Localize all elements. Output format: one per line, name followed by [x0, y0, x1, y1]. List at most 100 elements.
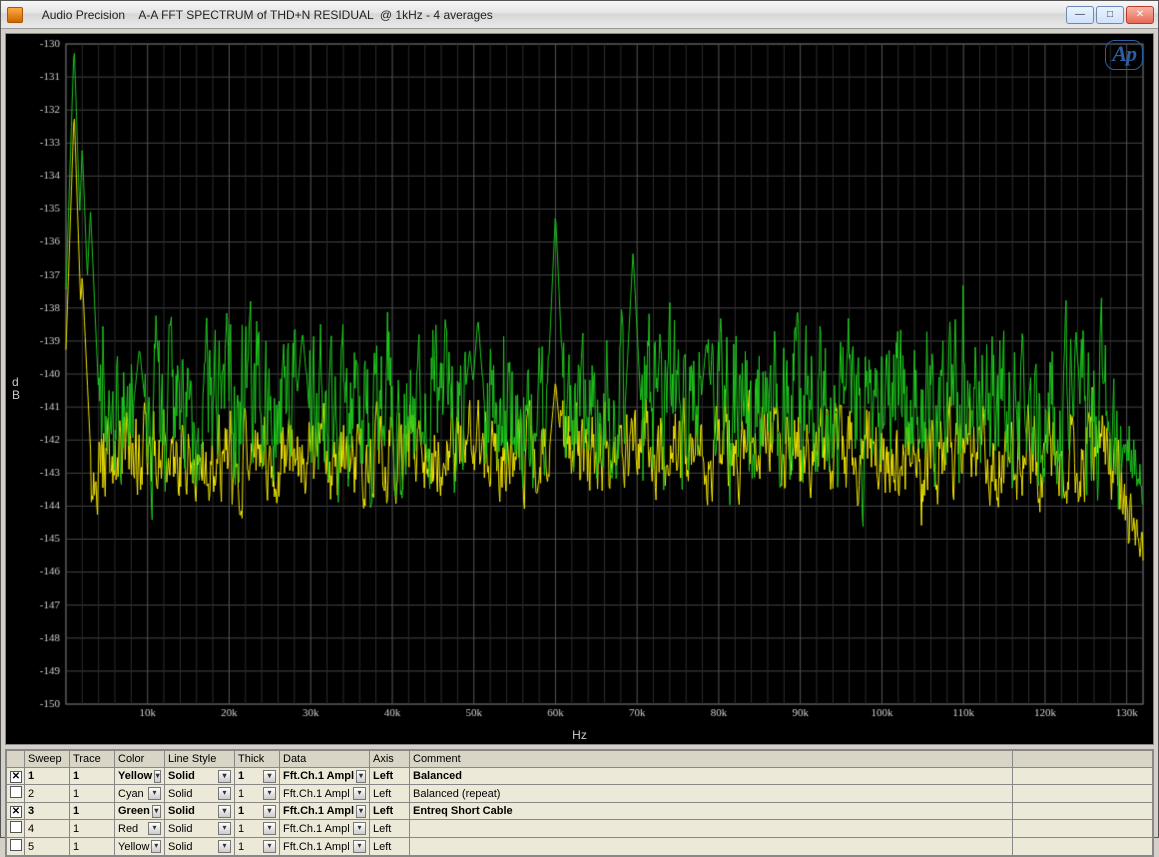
color-cell[interactable]: Yellow▾: [115, 768, 165, 785]
data-cell[interactable]: Fft.Ch.1 Ampl▾: [280, 803, 370, 820]
linestyle-cell[interactable]: Solid▾: [165, 803, 235, 820]
extra-cell: [1013, 838, 1153, 856]
dropdown-icon[interactable]: ▾: [218, 840, 231, 853]
dropdown-icon[interactable]: ▾: [154, 770, 161, 783]
dropdown-icon[interactable]: ▾: [356, 805, 366, 818]
thick-cell[interactable]: 1▾: [235, 785, 280, 803]
dropdown-icon[interactable]: ▾: [353, 822, 366, 835]
row-toggle[interactable]: [7, 838, 25, 856]
axis-cell: Left: [370, 838, 410, 856]
minimize-button[interactable]: —: [1066, 6, 1094, 24]
dropdown-icon[interactable]: ▾: [218, 770, 231, 783]
dropdown-icon[interactable]: ▾: [152, 805, 161, 818]
trace-cell: 1: [70, 803, 115, 820]
maximize-button[interactable]: □: [1096, 6, 1124, 24]
trace-cell: 1: [70, 820, 115, 838]
legend-row[interactable]: 41Red▾Solid▾1▾Fft.Ch.1 Ampl▾Left: [7, 820, 1153, 838]
data-cell[interactable]: Fft.Ch.1 Ampl▾: [280, 785, 370, 803]
row-toggle-checkbox[interactable]: [10, 821, 22, 833]
row-toggle[interactable]: ✕: [7, 768, 25, 785]
extra-cell: [1013, 768, 1153, 785]
legend-header-trace[interactable]: Trace: [70, 751, 115, 768]
dropdown-icon[interactable]: ▾: [218, 787, 231, 800]
color-cell[interactable]: Green▾: [115, 803, 165, 820]
trace-cell: 1: [70, 838, 115, 856]
linestyle-cell[interactable]: Solid▾: [165, 838, 235, 856]
legend-header-comment[interactable]: Comment: [410, 751, 1013, 768]
legend-row[interactable]: ✕31Green▾Solid▾1▾Fft.Ch.1 Ampl▾LeftEntre…: [7, 803, 1153, 820]
legend-header-extra: [1013, 751, 1153, 768]
thick-cell[interactable]: 1▾: [235, 768, 280, 785]
ap-logo: Ap: [1105, 40, 1143, 70]
legend-header-thick[interactable]: Thick: [235, 751, 280, 768]
axis-cell: Left: [370, 768, 410, 785]
trace-cell: 1: [70, 785, 115, 803]
linestyle-cell[interactable]: Solid▾: [165, 785, 235, 803]
linestyle-cell[interactable]: Solid▾: [165, 768, 235, 785]
legend-row[interactable]: 21Cyan▾Solid▾1▾Fft.Ch.1 Ampl▾LeftBalance…: [7, 785, 1153, 803]
thick-cell[interactable]: 1▾: [235, 820, 280, 838]
axis-cell: Left: [370, 803, 410, 820]
dropdown-icon[interactable]: ▾: [218, 805, 231, 818]
dropdown-icon[interactable]: ▾: [218, 822, 231, 835]
row-toggle-checkbox[interactable]: ✕: [10, 771, 22, 783]
comment-cell[interactable]: [410, 838, 1013, 856]
data-cell[interactable]: Fft.Ch.1 Ampl▾: [280, 838, 370, 856]
legend-header-color[interactable]: Color: [115, 751, 165, 768]
close-button[interactable]: ✕: [1126, 6, 1154, 24]
dropdown-icon[interactable]: ▾: [263, 805, 276, 818]
legend-row[interactable]: ✕11Yellow▾Solid▾1▾Fft.Ch.1 Ampl▾LeftBala…: [7, 768, 1153, 785]
trace-cell: 1: [70, 768, 115, 785]
extra-cell: [1013, 820, 1153, 838]
legend-table: Sweep Trace Color Line Style Thick Data …: [6, 750, 1153, 856]
dropdown-icon[interactable]: ▾: [151, 840, 161, 853]
axis-cell: Left: [370, 820, 410, 838]
color-cell[interactable]: Red▾: [115, 820, 165, 838]
thick-cell[interactable]: 1▾: [235, 803, 280, 820]
data-cell[interactable]: Fft.Ch.1 Ampl▾: [280, 820, 370, 838]
fft-spectrum-plot[interactable]: [6, 34, 1153, 744]
linestyle-cell[interactable]: Solid▾: [165, 820, 235, 838]
dropdown-icon[interactable]: ▾: [353, 787, 366, 800]
row-toggle[interactable]: [7, 785, 25, 803]
thick-cell[interactable]: 1▾: [235, 838, 280, 856]
comment-cell[interactable]: Balanced: [410, 768, 1013, 785]
row-toggle[interactable]: [7, 820, 25, 838]
sweep-cell: 1: [25, 768, 70, 785]
dropdown-icon[interactable]: ▾: [263, 822, 276, 835]
legend-row[interactable]: 51Yellow▾Solid▾1▾Fft.Ch.1 Ampl▾Left: [7, 838, 1153, 856]
dropdown-icon[interactable]: ▾: [263, 787, 276, 800]
dropdown-icon[interactable]: ▾: [356, 770, 366, 783]
y-axis-label: dB: [12, 376, 20, 402]
legend-header-data[interactable]: Data: [280, 751, 370, 768]
sweep-cell: 5: [25, 838, 70, 856]
comment-cell[interactable]: Balanced (repeat): [410, 785, 1013, 803]
x-axis-label: Hz: [572, 728, 587, 742]
extra-cell: [1013, 785, 1153, 803]
dropdown-icon[interactable]: ▾: [353, 840, 366, 853]
sweep-cell: 4: [25, 820, 70, 838]
legend-header-sweep[interactable]: Sweep: [25, 751, 70, 768]
data-cell[interactable]: Fft.Ch.1 Ampl▾: [280, 768, 370, 785]
sweep-cell: 3: [25, 803, 70, 820]
chart-area[interactable]: Ap dB Hz: [5, 33, 1154, 745]
legend-header-toggle: [7, 751, 25, 768]
row-toggle-checkbox[interactable]: [10, 839, 22, 851]
row-toggle[interactable]: ✕: [7, 803, 25, 820]
row-toggle-checkbox[interactable]: [10, 786, 22, 798]
sweep-cell: 2: [25, 785, 70, 803]
dropdown-icon[interactable]: ▾: [263, 840, 276, 853]
axis-cell: Left: [370, 785, 410, 803]
color-cell[interactable]: Cyan▾: [115, 785, 165, 803]
legend-header-style[interactable]: Line Style: [165, 751, 235, 768]
title-bar: Audio Precision A-A FFT SPECTRUM of THD+…: [1, 1, 1158, 29]
color-cell[interactable]: Yellow▾: [115, 838, 165, 856]
legend-header-row: Sweep Trace Color Line Style Thick Data …: [7, 751, 1153, 768]
dropdown-icon[interactable]: ▾: [263, 770, 276, 783]
row-toggle-checkbox[interactable]: ✕: [10, 806, 22, 818]
legend-header-axis[interactable]: Axis: [370, 751, 410, 768]
dropdown-icon[interactable]: ▾: [148, 787, 161, 800]
dropdown-icon[interactable]: ▾: [148, 822, 161, 835]
comment-cell[interactable]: Entreq Short Cable: [410, 803, 1013, 820]
comment-cell[interactable]: [410, 820, 1013, 838]
